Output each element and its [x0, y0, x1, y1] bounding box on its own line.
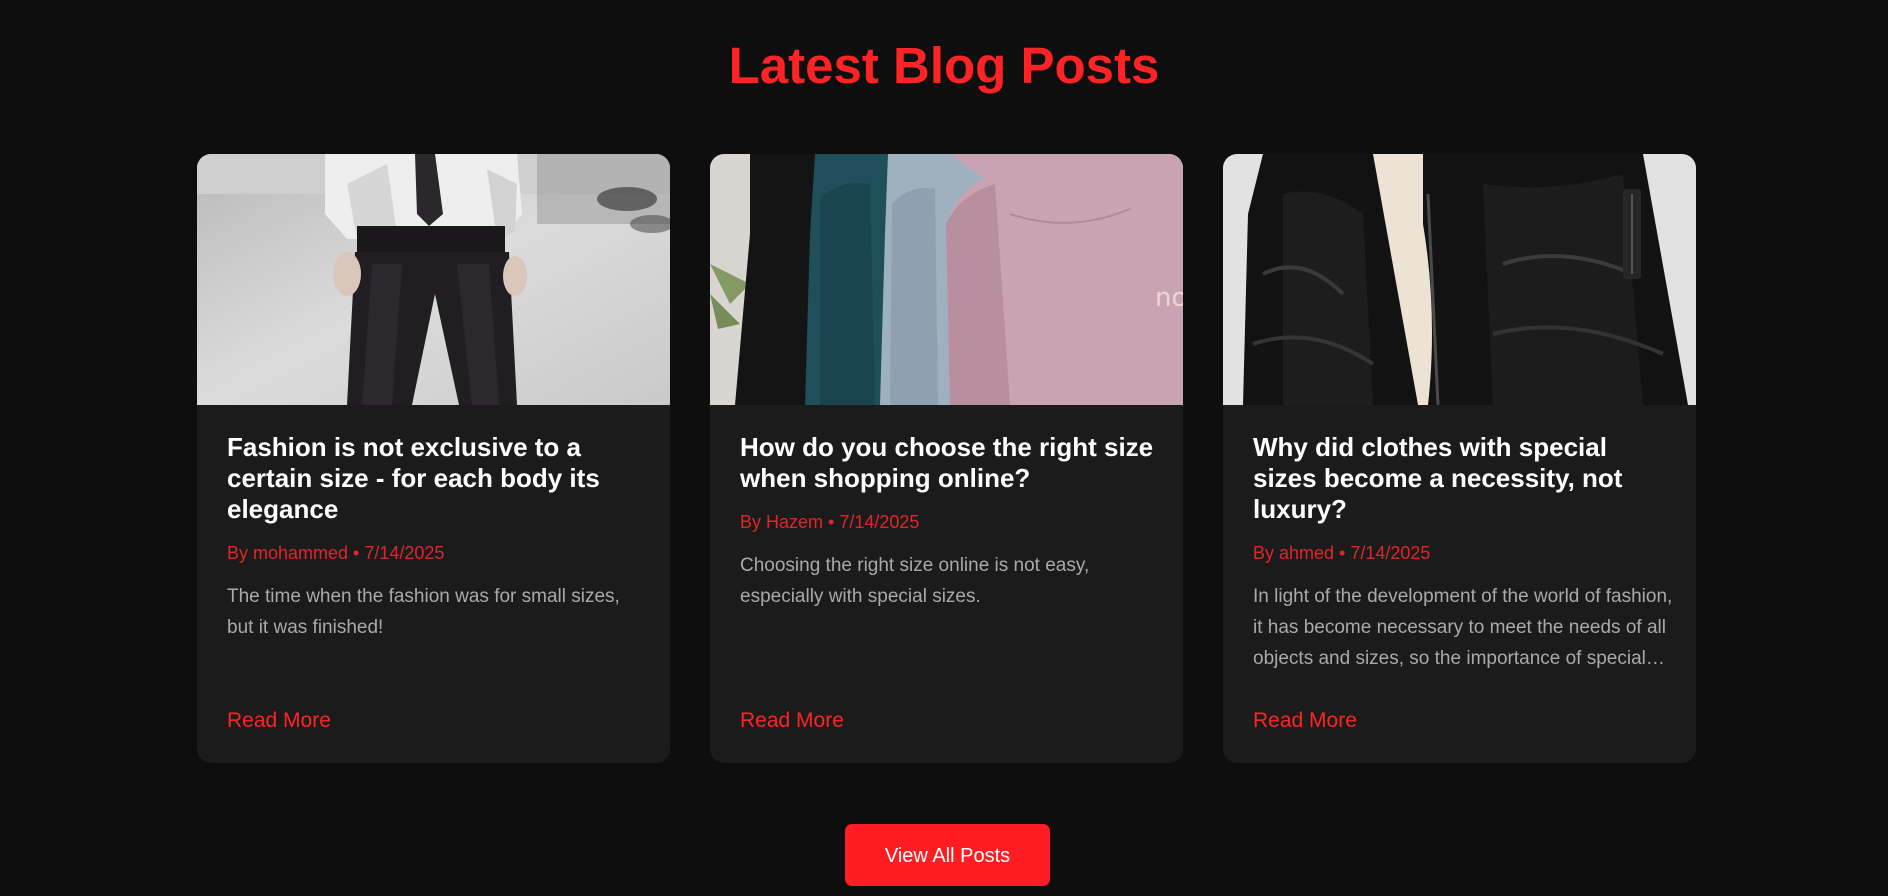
- section-title: Latest Blog Posts: [728, 37, 1160, 94]
- blog-card-meta: By mohammed • 7/14/2025: [227, 543, 445, 563]
- sweatshirts-rack-photo: no: [710, 154, 1183, 405]
- blog-card-body: Fashion is not exclusive to a certain si…: [227, 432, 647, 643]
- runway-suit-photo: [197, 154, 670, 405]
- read-more-link[interactable]: Read More: [1253, 708, 1357, 734]
- blog-card-image[interactable]: no: [710, 154, 1183, 405]
- view-all-posts-button[interactable]: View All Posts: [845, 824, 1050, 886]
- blog-card[interactable]: no How do you choose the right size when…: [710, 154, 1183, 763]
- blog-card[interactable]: Fashion is not exclusive to a certain si…: [197, 154, 670, 763]
- blog-card-title[interactable]: Why did clothes with special sizes becom…: [1253, 432, 1673, 525]
- sweatshirt-print-text: no: [1155, 283, 1183, 313]
- blog-card-list: Fashion is not exclusive to a certain si…: [197, 154, 1696, 763]
- blog-section: Latest Blog Posts Fashion is not exclusi…: [0, 0, 1888, 896]
- blog-card-body: How do you choose the right size when sh…: [740, 432, 1160, 612]
- blog-card-excerpt: Choosing the right size online is not ea…: [740, 555, 1090, 607]
- blog-card-image[interactable]: [1223, 154, 1696, 405]
- blog-card-excerpt: In light of the development of the world…: [1253, 586, 1673, 669]
- bomber-jacket-photo: [1223, 154, 1696, 405]
- blog-card-body: Why did clothes with special sizes becom…: [1253, 432, 1673, 674]
- blog-card-meta: By Hazem • 7/14/2025: [740, 512, 920, 532]
- blog-card-title[interactable]: How do you choose the right size when sh…: [740, 432, 1160, 494]
- blog-card-title[interactable]: Fashion is not exclusive to a certain si…: [227, 432, 647, 525]
- blog-card-meta: By ahmed • 7/14/2025: [1253, 543, 1431, 563]
- blog-card[interactable]: Why did clothes with special sizes becom…: [1223, 154, 1696, 763]
- read-more-link[interactable]: Read More: [740, 708, 844, 734]
- blog-card-image[interactable]: [197, 154, 670, 405]
- blog-card-excerpt: The time when the fashion was for small …: [227, 586, 620, 638]
- read-more-link[interactable]: Read More: [227, 708, 331, 734]
